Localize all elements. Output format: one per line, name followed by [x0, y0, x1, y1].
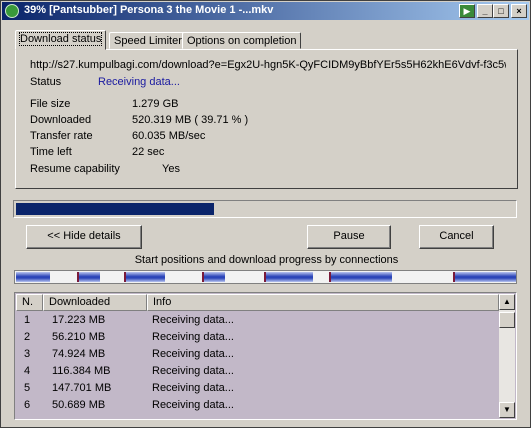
status-label: Status [30, 76, 62, 88]
row-number: 4 [24, 365, 31, 377]
connection-segment-5 [265, 272, 313, 282]
row-info: Receiving data... [152, 365, 234, 377]
download-window: 39% [Pantsubber] Persona 3 the Movie 1 -… [0, 0, 531, 428]
connections-progress-bar [14, 270, 517, 284]
file-size-label: File size [30, 98, 71, 110]
connection-start-marker-5 [264, 272, 266, 282]
table-row[interactable]: 4 116.384 MB Receiving data... [16, 363, 498, 380]
tab-download-status-label: Download status [18, 32, 103, 46]
connection-segment-1 [16, 272, 50, 282]
connections-caption: Start positions and download progress by… [134, 254, 399, 266]
app-icon [5, 4, 19, 18]
table-row[interactable]: 2 56.210 MB Receiving data... [16, 329, 498, 346]
transfer-rate-label: Transfer rate [30, 130, 93, 142]
downloaded-value: 520.319 MB ( 39.71 % ) [132, 114, 249, 126]
connection-segment-7 [454, 272, 516, 282]
row-downloaded: 17.223 MB [52, 314, 106, 326]
tab-download-status[interactable]: Download status [15, 30, 107, 50]
tab-speed-limiter-label: Speed Limiter [114, 35, 182, 47]
hide-details-button[interactable]: << Hide details [26, 225, 142, 249]
row-number: 6 [24, 399, 31, 411]
connection-start-marker-4 [202, 272, 204, 282]
row-number: 2 [24, 331, 31, 343]
window-title: 39% [Pantsubber] Persona 3 the Movie 1 -… [24, 4, 274, 16]
column-header-downloaded[interactable]: Downloaded [43, 294, 147, 311]
title-bar[interactable]: 39% [Pantsubber] Persona 3 the Movie 1 -… [2, 2, 529, 20]
pause-button[interactable]: Pause [307, 225, 391, 249]
row-info: Receiving data... [152, 399, 234, 411]
vertical-scrollbar[interactable]: ▲ ▼ [499, 294, 515, 418]
connection-start-marker-7 [453, 272, 455, 282]
row-downloaded: 50.689 MB [52, 399, 106, 411]
scroll-up-arrow-icon[interactable]: ▲ [499, 294, 515, 310]
cancel-button[interactable]: Cancel [419, 225, 494, 249]
status-value: Receiving data... [98, 76, 180, 88]
row-info: Receiving data... [152, 382, 234, 394]
tab-options-on-completion-label: Options on completion [187, 35, 297, 47]
download-status-panel: http://s27.kumpulbagi.com/download?e=Egx… [15, 49, 518, 189]
scroll-thumb[interactable] [499, 312, 515, 328]
scroll-down-arrow-icon[interactable]: ▼ [499, 402, 515, 418]
column-header-n[interactable]: N. [16, 294, 43, 311]
connection-segment-6 [330, 272, 392, 282]
maximize-button[interactable]: □ [493, 4, 509, 18]
download-url: http://s27.kumpulbagi.com/download?e=Egx… [30, 59, 506, 71]
resume-capability-label: Resume capability [30, 163, 120, 175]
file-size-value: 1.279 GB [132, 98, 179, 110]
time-left-value: 22 sec [132, 146, 165, 158]
extra-window-button[interactable]: ▶ [459, 4, 475, 18]
connection-segment-4 [203, 272, 225, 282]
row-info: Receiving data... [152, 348, 234, 360]
row-downloaded: 147.701 MB [52, 382, 112, 394]
table-row[interactable]: 1 17.223 MB Receiving data... [16, 312, 498, 329]
row-info: Receiving data... [152, 314, 234, 326]
row-number: 3 [24, 348, 31, 360]
close-button[interactable]: × [511, 4, 527, 18]
connection-segment-3 [125, 272, 165, 282]
transfer-rate-value: 60.035 MB/sec [132, 130, 206, 142]
row-downloaded: 74.924 MB [52, 348, 106, 360]
row-number: 5 [24, 382, 31, 394]
connection-segment-2 [78, 272, 100, 282]
connection-start-marker-3 [124, 272, 126, 282]
row-downloaded: 116.384 MB [52, 365, 111, 377]
column-header-info[interactable]: Info [147, 294, 499, 311]
connection-start-marker-2 [77, 272, 79, 282]
tab-options-on-completion[interactable]: Options on completion [182, 32, 302, 49]
downloaded-label: Downloaded [30, 114, 92, 126]
tab-speed-limiter[interactable]: Speed Limiter [109, 32, 187, 49]
download-progress-fill [16, 203, 214, 215]
table-row[interactable]: 6 50.689 MB Receiving data... [16, 397, 498, 414]
row-downloaded: 56.210 MB [52, 331, 106, 343]
table-row[interactable]: 3 74.924 MB Receiving data... [16, 346, 498, 363]
table-row[interactable]: 5 147.701 MB Receiving data... [16, 380, 498, 397]
download-progress-bar [13, 200, 517, 218]
minimize-button[interactable]: _ [477, 4, 493, 18]
connection-start-marker-6 [329, 272, 331, 282]
resume-capability-value: Yes [162, 163, 180, 175]
time-left-label: Time left [30, 146, 72, 158]
connections-list: N. Downloaded Info 1 17.223 MB Receiving… [14, 292, 517, 420]
row-info: Receiving data... [152, 331, 234, 343]
row-number: 1 [24, 314, 31, 326]
